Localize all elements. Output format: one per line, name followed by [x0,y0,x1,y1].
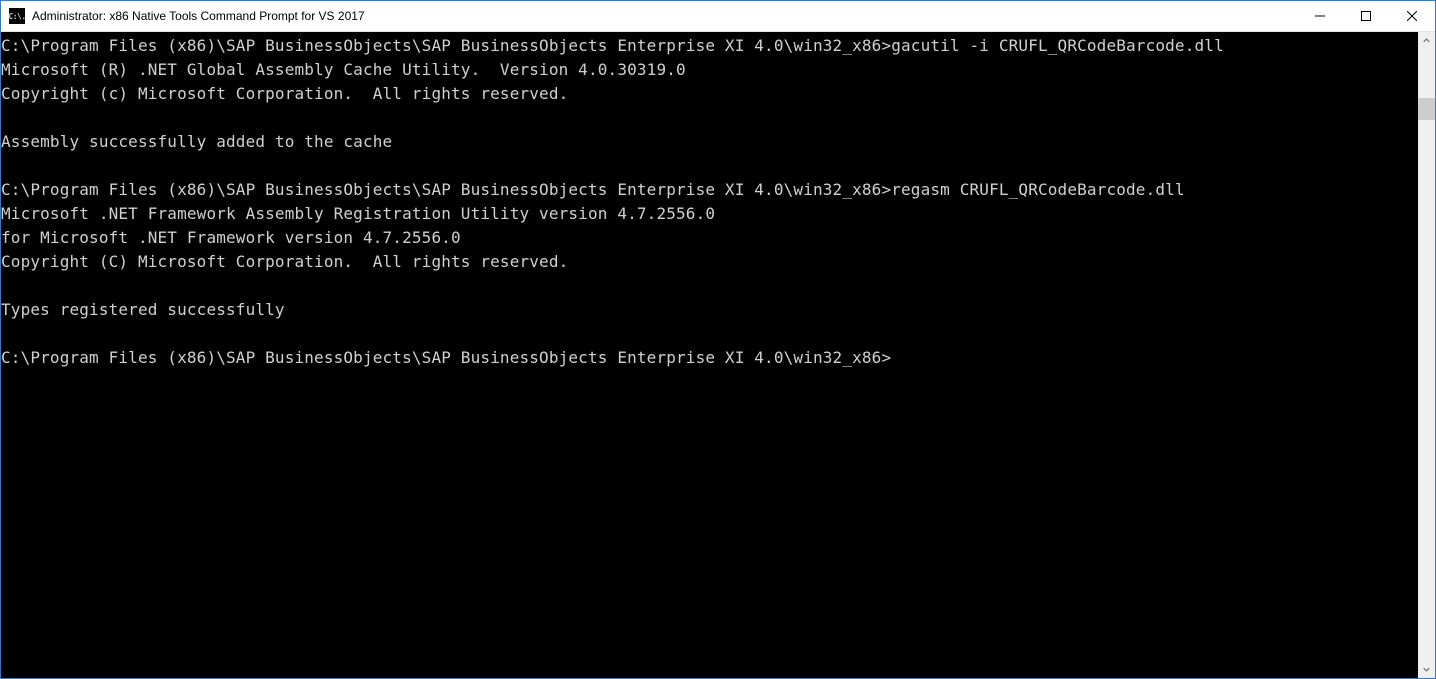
scrollbar-thumb[interactable] [1418,98,1435,120]
terminal-container: C:\Program Files (x86)\SAP BusinessObjec… [1,32,1435,678]
chevron-down-icon [1423,666,1430,673]
scrollbar-track[interactable] [1418,49,1435,661]
maximize-button[interactable] [1343,1,1389,31]
window-title: Administrator: x86 Native Tools Command … [32,9,1297,23]
minimize-button[interactable] [1297,1,1343,31]
vertical-scrollbar[interactable] [1418,32,1435,678]
titlebar[interactable]: C:\. Administrator: x86 Native Tools Com… [1,1,1435,32]
scroll-down-button[interactable] [1418,661,1435,678]
close-icon [1407,11,1417,21]
minimize-icon [1315,11,1325,21]
terminal-output[interactable]: C:\Program Files (x86)\SAP BusinessObjec… [1,32,1418,678]
maximize-icon [1361,11,1371,21]
chevron-up-icon [1423,37,1430,44]
window-controls [1297,1,1435,31]
scroll-up-button[interactable] [1418,32,1435,49]
cmd-icon: C:\. [9,8,25,24]
close-button[interactable] [1389,1,1435,31]
